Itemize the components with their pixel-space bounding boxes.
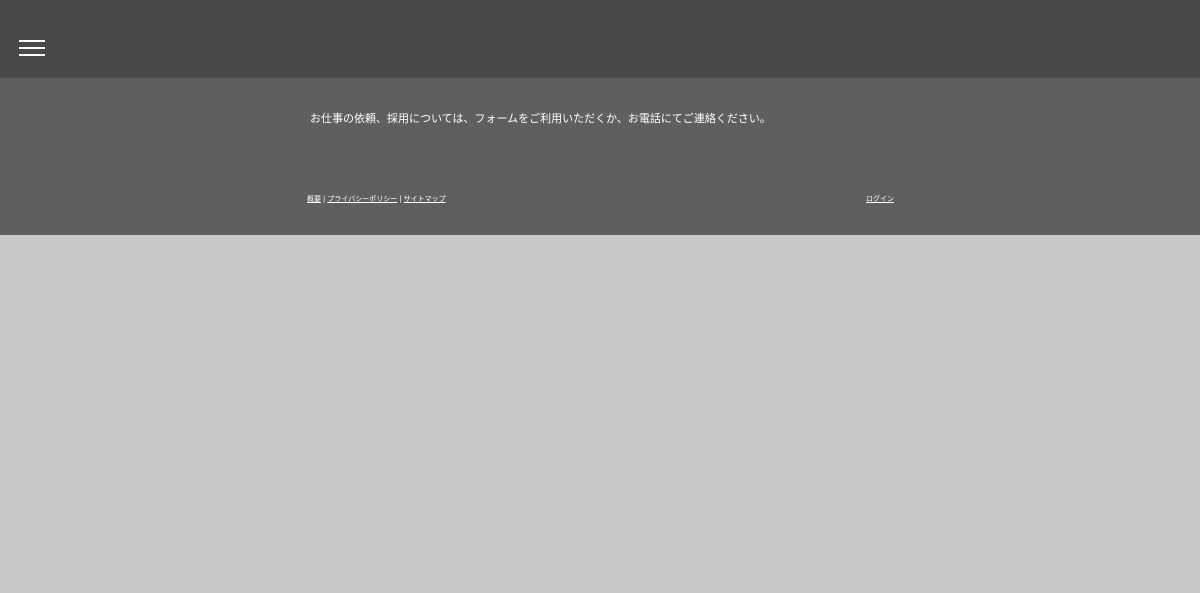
hamburger-menu-icon[interactable] (15, 34, 49, 62)
menu-line (19, 47, 45, 49)
login-link[interactable]: ログイン (866, 194, 894, 204)
footer-links: 概要 | プライバシーポリシー | サイトマップ (307, 194, 446, 204)
overview-link[interactable]: 概要 (307, 195, 321, 203)
footer: お仕事の依頼、採用については、フォームをご利用いただくか、お電話にてご連絡くださ… (0, 78, 1200, 235)
sitemap-link[interactable]: サイトマップ (404, 195, 446, 203)
empty-content-area (0, 235, 1200, 593)
link-separator: | (399, 195, 402, 203)
menu-line (19, 40, 45, 42)
contact-text: お仕事の依頼、採用については、フォームをご利用いただくか、お電話にてご連絡くださ… (310, 112, 771, 125)
menu-line (19, 54, 45, 56)
link-separator: | (323, 195, 326, 203)
top-bar (0, 0, 1200, 78)
privacy-policy-link[interactable]: プライバシーポリシー (327, 195, 397, 203)
